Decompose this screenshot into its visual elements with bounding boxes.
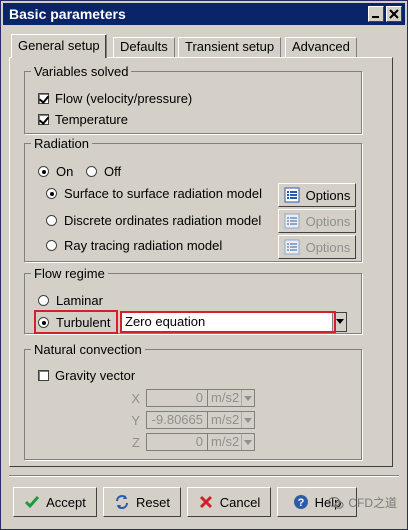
gravity-vector-row[interactable]: Gravity vector [38,368,135,383]
tab-advanced[interactable]: Advanced [285,37,357,57]
laminar-row[interactable]: Laminar [38,293,103,308]
gravity-vector-label: Gravity vector [55,368,136,383]
flow-checkbox-row[interactable]: Flow (velocity/pressure) [38,91,192,106]
chevron-down-icon [241,390,254,406]
gravity-x-unit-dropdown[interactable]: m/s2 [207,389,255,407]
raytracing-options-button[interactable]: Options [278,235,356,259]
flow-label: Flow (velocity/pressure) [55,91,193,106]
gravity-z-unit-dropdown[interactable]: m/s2 [207,433,255,451]
options-list-icon [284,239,300,255]
temperature-checkbox[interactable] [38,114,49,125]
basic-parameters-window: Basic parameters General setup Defaults … [0,0,408,530]
temperature-checkbox-row[interactable]: Temperature [38,112,128,127]
gravity-x-input[interactable]: 0 [146,389,208,407]
tab-transient-setup[interactable]: Transient setup [178,37,282,57]
do-options-button[interactable]: Options [278,209,356,233]
chevron-down-icon [241,412,254,428]
turbulent-label: Turbulent [56,315,111,330]
radiation-off-label: Off [104,164,122,179]
turbulent-radio[interactable] [38,317,49,328]
options-list-icon [284,213,300,229]
radiation-off-radio[interactable] [86,166,97,177]
close-icon [389,9,399,19]
laminar-radio[interactable] [38,295,49,306]
close-button[interactable] [386,6,402,22]
natural-convection-legend: Natural convection [34,342,142,357]
s2s-model-row[interactable]: Surface to surface radiation model [46,186,262,201]
radiation-on-row[interactable]: On [38,164,73,179]
radiation-off-row[interactable]: Off [86,164,121,179]
refresh-icon [116,495,129,509]
general-setup-panel: Variables solved Flow (velocity/pressure… [9,57,393,467]
gravity-vector-checkbox[interactable] [38,370,49,381]
s2s-options-button[interactable]: Options [278,183,356,207]
raytracing-model-radio[interactable] [46,240,57,251]
gravity-z-label: Z [132,435,140,450]
cancel-x-icon [199,495,212,509]
radiation-legend: Radiation [34,136,89,151]
checkmark-icon [25,496,40,509]
separator [9,475,399,477]
title-bar: Basic parameters [3,3,405,25]
flow-regime-legend: Flow regime [34,266,105,281]
minimize-icon [372,16,379,18]
tab-defaults[interactable]: Defaults [113,37,175,57]
raytracing-model-label: Ray tracing radiation model [64,238,223,253]
turbulent-row[interactable]: Turbulent [38,315,110,330]
s2s-model-label: Surface to surface radiation model [64,186,262,201]
minimize-button[interactable] [368,6,384,22]
turbulence-model-highlight [120,311,336,333]
reset-button[interactable]: Reset [103,487,181,517]
gravity-y-unit-dropdown[interactable]: m/s2 [207,411,255,429]
gravity-y-label: Y [131,413,140,428]
chevron-down-icon [241,434,254,450]
window-title: Basic parameters [9,6,126,22]
gravity-z-input[interactable]: 0 [146,433,208,451]
temperature-label: Temperature [55,112,128,127]
laminar-label: Laminar [56,293,103,308]
radiation-on-label: On [56,164,74,179]
svg-text:?: ? [297,497,304,509]
help-icon: ? [293,495,308,509]
flow-checkbox[interactable] [38,93,49,104]
s2s-model-radio[interactable] [46,188,57,199]
cancel-button[interactable]: Cancel [187,487,271,517]
do-model-radio[interactable] [46,215,57,226]
gravity-x-label: X [131,391,140,406]
gravity-y-input[interactable]: -9.80665 [146,411,208,429]
watermark: CFD之道 [328,494,397,511]
do-model-row[interactable]: Discrete ordinates radiation model [46,213,261,228]
do-model-label: Discrete ordinates radiation model [64,213,262,228]
variables-solved-legend: Variables solved [34,64,129,79]
radiation-on-radio[interactable] [38,166,49,177]
accept-button[interactable]: Accept [13,487,97,517]
raytracing-model-row[interactable]: Ray tracing radiation model [46,238,222,253]
tab-general-setup[interactable]: General setup [11,34,107,58]
options-list-icon [284,187,300,203]
wechat-icon [328,496,344,509]
